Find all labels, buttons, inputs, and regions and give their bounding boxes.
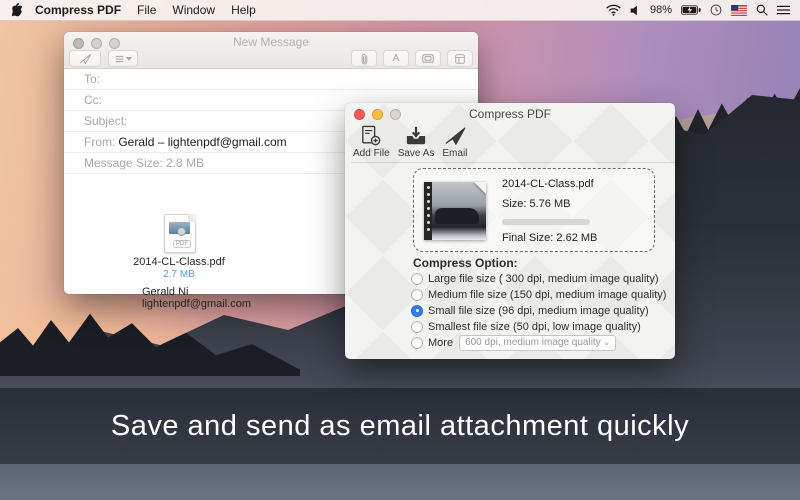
radio-icon[interactable] [411,288,423,301]
chevron-down-icon: ⌄ [603,338,611,347]
menu-help[interactable]: Help [231,3,256,17]
battery-percent: 98% [649,4,672,16]
cc-label: Cc: [84,93,102,107]
menu-app-name[interactable]: Compress PDF [35,3,121,17]
compress-option-label: Compress Option: [413,256,518,270]
spotlight-search-icon[interactable] [756,4,768,16]
mail-toolbar: A [64,49,478,68]
apple-menu-icon[interactable] [12,2,25,18]
format-button-label: A [392,53,400,64]
battery-charging-icon[interactable] [681,5,701,15]
input-source-flag-icon[interactable] [731,4,747,16]
radio-icon[interactable] [411,320,423,333]
mail-window-title: New Message [232,35,310,49]
to-field[interactable]: To: [64,69,478,90]
signature-email: lightenpdf@gmail.com [142,298,251,310]
panel-final-size: Final Size: 2.62 MB [502,232,598,244]
wifi-icon[interactable] [606,4,621,16]
header-fields-dropdown[interactable] [108,50,138,67]
menu-window[interactable]: Window [172,3,215,17]
dpi-dropdown[interactable]: 600 dpi, medium image quality ⌄ [459,334,617,351]
signature-name: Gerald Ni [142,286,189,298]
email-label: Email [442,148,468,159]
caption-text: Save and send as email attachment quickl… [110,409,690,442]
radio-label: More [428,336,454,349]
format-button[interactable]: A [383,50,409,67]
photo-browser-button[interactable] [415,50,441,67]
radio-medium-file-size[interactable]: Medium file size (150 dpi, medium image … [411,287,666,302]
menu-file[interactable]: File [137,3,156,17]
to-label: To: [84,72,101,86]
attach-file-button[interactable] [351,50,377,67]
file-info-panel: 2014-CL-Class.pdf Size: 5.76 MB Final Si… [413,168,655,252]
radio-label: Medium file size (150 dpi, medium image … [428,288,667,301]
desktop: Save and send as email attachment quickl… [0,0,800,500]
add-file-button[interactable]: Add File [353,122,390,162]
caption-banner: Save and send as email attachment quickl… [0,388,800,464]
pdf-thumbnail [424,182,486,240]
message-size-text: Message Size: 2.8 MB [84,156,205,170]
menu-bar: Compress PDF File Window Help 98% [0,0,800,21]
radio-more[interactable]: More 600 dpi, medium image quality ⌄ [411,334,617,351]
radio-large-file-size[interactable]: Large file size ( 300 dpi, medium image … [411,271,659,286]
from-value: Gerald – lightenpdf@gmail.com [118,135,287,149]
attachment-filename[interactable]: 2014-CL-Class.pdf [104,256,254,268]
subject-label: Subject: [84,114,128,128]
pdf-badge: PDF [173,240,191,248]
volume-icon[interactable] [630,5,641,16]
notification-center-icon[interactable] [777,5,790,15]
add-file-label: Add File [353,148,390,159]
car-image [435,208,479,224]
from-label: From: [84,135,116,149]
radio-icon[interactable] [411,304,423,317]
pdf-attachment-icon[interactable]: PDF [164,214,196,253]
mail-title-bar: New Message A [64,32,478,69]
radio-icon[interactable] [411,272,423,285]
clock-icon[interactable] [710,4,722,16]
panel-size: Size: 5.76 MB [502,198,571,210]
compress-toolbar: Add File Save As Email [351,122,675,163]
save-as-button[interactable]: Save As [397,122,435,162]
radio-small-file-size[interactable]: Small file size (96 dpi, medium image qu… [411,303,649,318]
radio-label: Smallest file size (50 dpi, low image qu… [428,320,641,333]
attachment-size[interactable]: 2.7 MB [104,269,254,280]
radio-label: Small file size (96 dpi, medium image qu… [428,304,649,317]
email-button[interactable]: Email [442,122,467,162]
radio-label: Large file size ( 300 dpi, medium image … [428,272,659,285]
compress-pdf-window: Compress PDF Add File Save As Email 2014… [345,103,675,359]
compress-window-title: Compress PDF [468,107,551,121]
radio-smallest-file-size[interactable]: Smallest file size (50 dpi, low image qu… [411,319,641,334]
compress-progress-bar [502,219,590,225]
save-as-label: Save As [397,148,435,159]
stationery-button[interactable] [447,50,473,67]
send-button[interactable] [69,50,101,67]
radio-icon[interactable] [411,336,423,349]
panel-filename: 2014-CL-Class.pdf [502,178,594,190]
dpi-dropdown-value: 600 dpi, medium image quality [465,337,601,348]
